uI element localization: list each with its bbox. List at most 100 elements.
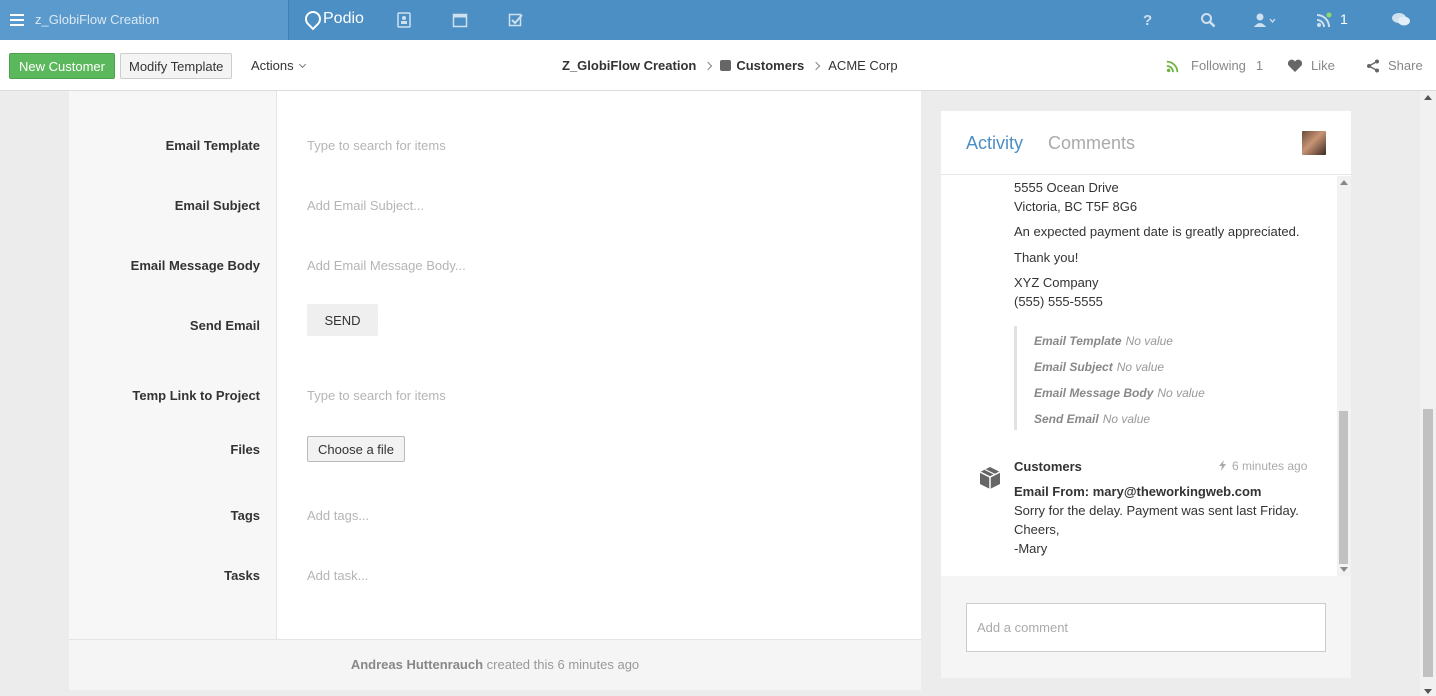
tags-input[interactable]: Add tags... [307,508,369,523]
workspace-switcher[interactable]: z_GlobiFlow Creation [0,0,289,40]
app-cube-icon [720,60,732,71]
field-temp-link-to-project: Temp Link to Project Type to search for … [69,376,921,416]
tasks-icon[interactable] [508,12,524,28]
field-label: Files [230,442,260,457]
change-entry: Email Template No value [1034,334,1173,348]
message-line: XYZ Company [1014,275,1099,290]
email-template-input[interactable]: Type to search for items [307,138,446,153]
comment-input[interactable] [966,603,1326,652]
field-label: Tags [230,508,260,523]
calendar-icon[interactable] [452,12,468,28]
field-email-subject: Email Subject Add Email Subject... [69,186,921,226]
field-email-message-body: Email Message Body Add Email Message Bod… [69,246,921,286]
following-label: Following [1191,58,1246,73]
breadcrumb-workspace[interactable]: Z_GlobiFlow Creation [562,58,696,73]
tasks-input[interactable]: Add task... [307,568,368,583]
message-line: -Mary [1014,541,1048,556]
change-entry: Email Subject No value [1034,360,1165,374]
customers-app-icon [979,467,1001,489]
field-files: Files Choose a file [69,433,921,473]
like-button[interactable]: Like [1287,58,1335,73]
changes-quote-bar [1014,326,1017,430]
item-fields-card: Email Template Type to search for items … [69,91,921,690]
chat-icon[interactable] [1391,12,1411,28]
field-label: Send Email [189,318,260,333]
top-navigation-bar: z_GlobiFlow Creation Podio ? 1 [0,0,1436,40]
temp-link-input[interactable]: Type to search for items [307,388,446,403]
email-subject-input[interactable]: Add Email Subject... [307,198,424,213]
menu-icon[interactable] [10,14,24,26]
lightning-icon [1219,460,1226,471]
avatar[interactable] [1302,131,1326,155]
page-scrollbar[interactable] [1420,91,1436,696]
scroll-up-icon[interactable] [1424,95,1432,100]
created-info: created this 6 minutes ago [486,657,640,672]
tab-activity[interactable]: Activity [966,133,1023,154]
breadcrumb: Z_GlobiFlow Creation Customers ACME Corp [562,58,898,73]
email-from: Email From: mary@theworkingweb.com [1014,484,1262,499]
chevron-down-icon [298,60,306,69]
field-label: Tasks [224,568,260,583]
message-line: Cheers, [1014,522,1060,537]
field-label: Temp Link to Project [132,388,260,403]
message-line: (555) 555-5555 [1014,294,1103,309]
feed-scroll-thumb[interactable] [1339,411,1348,564]
rss-icon [1166,60,1179,72]
chevron-right-icon [704,61,713,70]
field-email-template: Email Template Type to search for items [69,126,921,166]
field-tasks: Tasks Add task... [69,556,921,596]
change-entry: Send Email No value [1034,412,1151,426]
share-label: Share [1388,58,1423,73]
scroll-down-icon[interactable] [1340,567,1348,572]
item-action-bar: New Customer Modify Template Actions Z_G… [0,40,1436,91]
email-message-body-input[interactable]: Add Email Message Body... [307,258,466,273]
tab-comments[interactable]: Comments [1048,133,1135,154]
scroll-down-icon[interactable] [1424,689,1432,694]
breadcrumb-app[interactable]: Customers [720,58,804,73]
following-button[interactable]: Following 1 [1165,58,1263,73]
activity-feed[interactable]: 5555 Ocean Drive Victoria, BC T5F 8G6 An… [941,176,1351,576]
feed-scrollbar[interactable] [1337,176,1351,576]
notifications-icon[interactable] [1316,12,1332,28]
activity-timestamp: 6 minutes ago [1218,459,1307,473]
activity-author[interactable]: Customers [1014,459,1082,474]
modify-template-button[interactable]: Modify Template [120,53,233,79]
help-icon[interactable]: ? [1143,12,1159,29]
field-label: Email Subject [174,198,260,213]
user-icon[interactable] [1253,12,1277,28]
comment-area [941,576,1351,678]
send-email-button[interactable]: SEND [307,304,378,336]
search-icon[interactable] [1200,12,1216,28]
creator-name[interactable]: Andreas Huttenrauch [351,657,483,672]
choose-file-button[interactable]: Choose a file [307,436,405,462]
message-line: Sorry for the delay. Payment was sent la… [1014,503,1299,518]
message-line: 5555 Ocean Drive [1014,180,1119,195]
workspace-title[interactable]: z_GlobiFlow Creation [35,12,159,27]
change-entry: Email Message Body No value [1034,386,1205,400]
heart-icon [1287,59,1303,72]
notification-count[interactable]: 1 [1340,11,1348,27]
field-send-email: Send Email SEND [69,304,921,346]
share-button[interactable]: Share [1366,58,1423,73]
podio-logo-icon [305,11,319,27]
app-name: Podio [323,10,364,27]
actions-label: Actions [251,58,294,73]
message-line: Victoria, BC T5F 8G6 [1014,199,1138,214]
actions-dropdown[interactable]: Actions [251,58,306,73]
message-line: An expected payment date is greatly appr… [1014,224,1300,239]
field-label: Email Template [165,138,260,153]
contacts-icon[interactable] [396,12,412,28]
scroll-up-icon[interactable] [1340,180,1348,185]
field-label: Email Message Body [130,258,260,273]
activity-tabs: Activity Comments [941,111,1351,175]
message-line: Thank you! [1014,250,1079,265]
chevron-right-icon [812,61,821,70]
field-tags: Tags Add tags... [69,496,921,536]
activity-panel: Activity Comments 5555 Ocean Drive Victo… [941,111,1351,678]
share-icon [1367,59,1379,72]
podio-logo[interactable]: Podio [305,10,364,28]
new-customer-button[interactable]: New Customer [9,53,115,79]
like-label: Like [1311,58,1335,73]
breadcrumb-item: ACME Corp [828,58,898,73]
page-scroll-thumb[interactable] [1423,409,1433,677]
